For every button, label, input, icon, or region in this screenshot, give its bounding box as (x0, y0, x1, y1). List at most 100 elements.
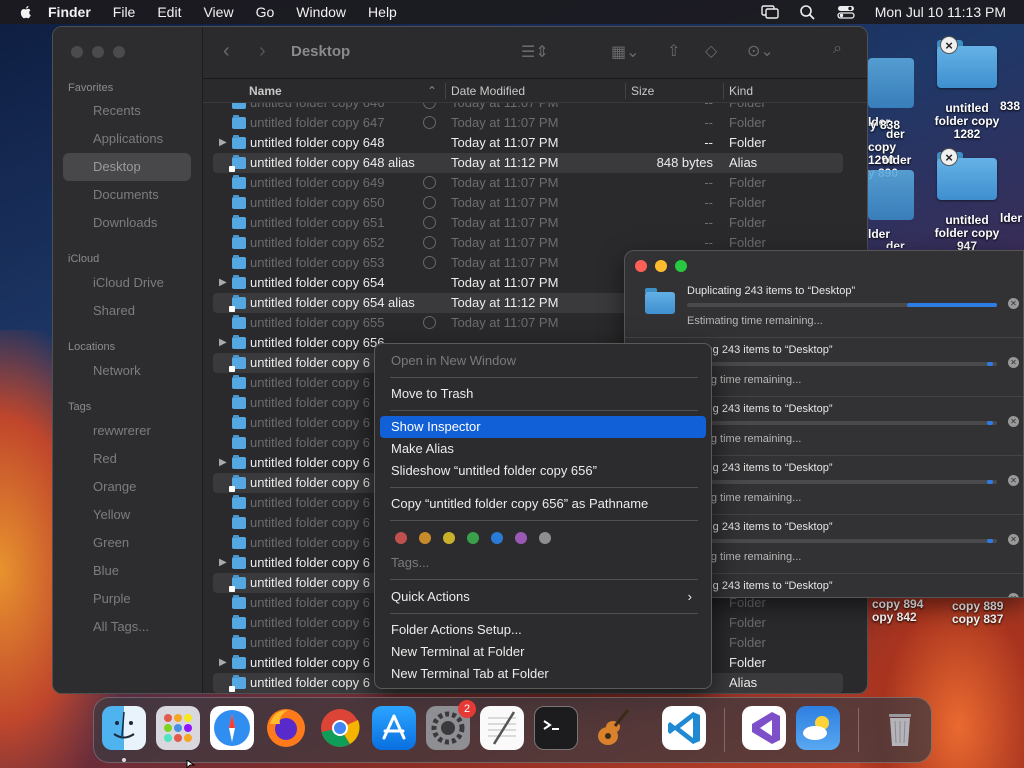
menu-item-slideshow[interactable]: Slideshow “untitled folder copy 656” (380, 460, 706, 482)
tag-color-dot[interactable] (539, 532, 551, 544)
garageband-dock-icon[interactable] (588, 706, 632, 750)
disclosure-triangle-icon[interactable]: ▶ (219, 133, 227, 153)
table-row[interactable]: untitled folder copy 650 Today at 11:07 P… (213, 193, 843, 213)
back-icon[interactable]: ‹ (223, 40, 230, 63)
menu-go[interactable]: Go (256, 4, 275, 20)
menu-edit[interactable]: Edit (157, 4, 181, 20)
zoom-window-button[interactable] (113, 46, 125, 58)
sidebar-item-network[interactable]: Network (63, 357, 191, 385)
tag-icon[interactable]: ◇ (705, 41, 717, 61)
menu-item-folder-actions-setup[interactable]: Folder Actions Setup... (380, 619, 706, 641)
column-kind[interactable]: Kind (729, 84, 753, 98)
screen-mirroring-icon[interactable] (761, 4, 779, 20)
menu-view[interactable]: View (203, 4, 233, 20)
desktop-folder-icon[interactable]: untitled folder copy 947 (930, 152, 1004, 253)
tag-color-dot[interactable] (515, 532, 527, 544)
column-size[interactable]: Size (631, 84, 654, 98)
zoom-window-button[interactable] (675, 260, 687, 272)
trash-dock-icon[interactable] (878, 706, 922, 750)
menu-item-show-inspector[interactable]: Show Inspector (380, 416, 706, 438)
chrome-dock-icon[interactable] (318, 706, 362, 750)
list-view-icon[interactable]: ☰⇕ (521, 42, 549, 62)
disclosure-triangle-icon[interactable]: ▶ (219, 553, 227, 573)
terminal-dock-icon[interactable] (534, 706, 578, 750)
sidebar-tag-orange[interactable]: Orange (63, 473, 191, 501)
tag-color-dot[interactable] (467, 532, 479, 544)
desktop-folder-icon[interactable]: untitled folder copy 1282 (930, 40, 1004, 141)
cancel-copy-icon[interactable]: ✕ (1008, 593, 1019, 597)
sidebar-tag-purple[interactable]: Purple (63, 585, 191, 613)
tag-color-dot[interactable] (491, 532, 503, 544)
table-row[interactable]: untitled folder copy 649 Today at 11:07 P… (213, 173, 843, 193)
sidebar-item-documents[interactable]: Documents (63, 181, 191, 209)
close-icon[interactable]: × (940, 36, 958, 54)
disclosure-triangle-icon[interactable]: ▶ (219, 273, 227, 293)
close-window-button[interactable] (71, 46, 83, 58)
menu-file[interactable]: File (113, 4, 136, 20)
sidebar-item-recents[interactable]: Recents (63, 97, 191, 125)
close-icon[interactable]: × (940, 148, 958, 166)
forward-icon[interactable]: › (259, 40, 266, 63)
visual-studio-dock-icon[interactable] (742, 706, 786, 750)
table-row[interactable]: ▶ untitled folder copy 648 Today at 11:07 … (213, 133, 843, 153)
menu-help[interactable]: Help (368, 4, 397, 20)
column-name[interactable]: Name (249, 84, 282, 98)
table-row[interactable]: untitled folder copy 647 Today at 11:07 P… (213, 113, 843, 133)
menu-clock[interactable]: Mon Jul 10 11:13 PM (875, 4, 1006, 20)
menu-item-tags[interactable]: Tags... (380, 552, 706, 574)
textedit-dock-icon[interactable] (480, 706, 524, 750)
tag-color-dot[interactable] (443, 532, 455, 544)
sidebar-item-desktop[interactable]: Desktop (63, 153, 191, 181)
sidebar-item-icloud-drive[interactable]: iCloud Drive (63, 269, 191, 297)
menu-item-new-terminal-at-folder[interactable]: New Terminal at Folder (380, 641, 706, 663)
action-menu-icon[interactable]: ⊙⌄ (747, 41, 774, 61)
sidebar-item-shared[interactable]: Shared (63, 297, 191, 325)
vscode-dock-icon[interactable] (662, 706, 706, 750)
system-settings-dock-icon[interactable]: 2 (426, 700, 476, 750)
cancel-copy-icon[interactable]: ✕ (1008, 534, 1019, 545)
control-center-icon[interactable] (837, 4, 855, 20)
sidebar-all-tags[interactable]: All Tags... (63, 613, 191, 641)
weather-dock-icon[interactable] (796, 706, 840, 750)
tag-color-dot[interactable] (419, 532, 431, 544)
apple-menu-icon[interactable] (18, 4, 34, 20)
menu-item-new-terminal-tab-at-folder[interactable]: New Terminal Tab at Folder (380, 663, 706, 685)
menu-item-move-to-trash[interactable]: Move to Trash (380, 383, 706, 405)
sidebar-tag-blue[interactable]: Blue (63, 557, 191, 585)
disclosure-triangle-icon[interactable]: ▶ (219, 453, 227, 473)
menu-item-make-alias[interactable]: Make Alias (380, 438, 706, 460)
sidebar-item-applications[interactable]: Applications (63, 125, 191, 153)
share-icon[interactable]: ⇧ (667, 41, 680, 61)
minimize-window-button[interactable] (655, 260, 667, 272)
menu-window[interactable]: Window (296, 4, 346, 20)
sidebar-item-downloads[interactable]: Downloads (63, 209, 191, 237)
cancel-copy-icon[interactable]: ✕ (1008, 416, 1019, 427)
sidebar-tag-rewwrerer[interactable]: rewwrerer (63, 417, 191, 445)
table-row[interactable]: untitled folder copy 651 Today at 11:07 P… (213, 213, 843, 233)
table-row[interactable]: untitled folder copy 648 alias Today at 1… (213, 153, 843, 173)
cancel-copy-icon[interactable]: ✕ (1008, 357, 1019, 368)
menu-app-name[interactable]: Finder (48, 4, 91, 20)
launchpad-dock-icon[interactable] (156, 706, 200, 750)
sidebar-tag-yellow[interactable]: Yellow (63, 501, 191, 529)
table-row[interactable]: untitled folder copy 646 Today at 11:07 P… (213, 103, 843, 113)
firefox-dock-icon[interactable] (264, 706, 308, 750)
menu-item-copy-as-pathname[interactable]: Copy “untitled folder copy 656” as Pathn… (380, 493, 706, 515)
safari-dock-icon[interactable] (210, 706, 254, 750)
column-date-modified[interactable]: Date Modified (451, 84, 525, 98)
minimize-window-button[interactable] (92, 46, 104, 58)
menu-item-quick-actions[interactable]: Quick Actions › (380, 586, 706, 608)
close-window-button[interactable] (635, 260, 647, 272)
disclosure-triangle-icon[interactable]: ▶ (219, 653, 227, 673)
group-icon[interactable]: ▦⌄ (611, 42, 640, 62)
app-store-dock-icon[interactable] (372, 706, 416, 750)
cancel-copy-icon[interactable]: ✕ (1008, 298, 1019, 309)
menu-item-open-in-new-window[interactable]: Open in New Window (380, 350, 706, 372)
sidebar-tag-red[interactable]: Red (63, 445, 191, 473)
sidebar-tag-green[interactable]: Green (63, 529, 191, 557)
tag-color-dot[interactable] (395, 532, 407, 544)
search-icon[interactable]: ⌕ (833, 40, 842, 58)
finder-dock-icon[interactable] (102, 706, 146, 750)
disclosure-triangle-icon[interactable]: ▶ (219, 333, 227, 353)
spotlight-search-icon[interactable] (799, 4, 817, 20)
